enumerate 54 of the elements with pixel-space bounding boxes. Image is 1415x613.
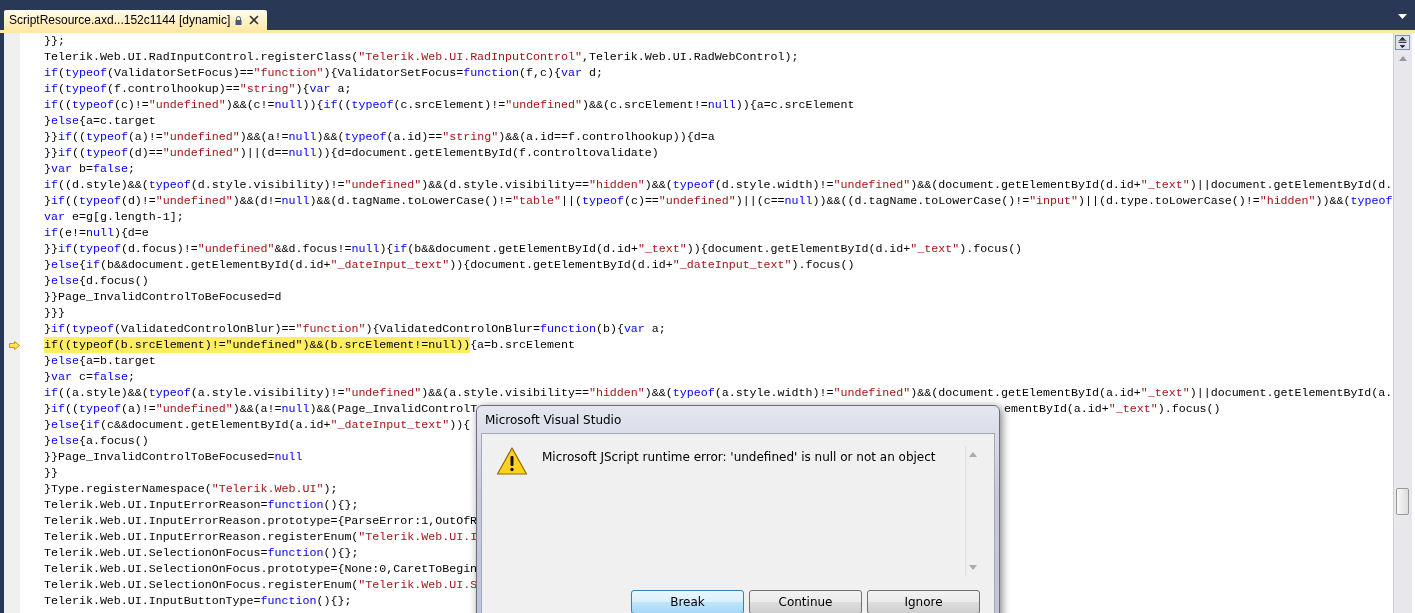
code-line: }}Page_InvalidControlToBeFocused=null xyxy=(44,449,303,465)
editor-tab[interactable]: ScriptResource.axd...152c1144 [dynamic] xyxy=(4,10,268,30)
code-line: Telerik.Web.UI.InputErrorReason.prototype={ParseError:1,OutOfR xyxy=(44,513,478,529)
code-line: }else{a=c.target xyxy=(44,113,156,129)
code-line: }Type.registerNamespace("Telerik.Web.UI"); xyxy=(44,481,338,497)
dialog-title: Microsoft Visual Studio xyxy=(484,412,623,429)
code-line: }if((typeof(d)!="undefined")&&(d!=null)&&(d.tagName.toLowerCase()!="table"||(typeof(c)=="undefined")||(c==null))&&((d.tagName.toLowerCase()!="input")||(d.type.toLowerCase()!="hidden"))&&(typeof xyxy=(44,193,1393,209)
code-line: }var b=false; xyxy=(44,161,135,177)
code-line: Telerik.Web.UI.SelectionOnFocus.prototype={None:0,CaretToBegin xyxy=(44,561,478,577)
code-text: ementById(a.id+"_text").focus() xyxy=(1004,401,1221,417)
code-line: if(typeof(f.controlhookup)=="string"){var a; xyxy=(44,81,352,97)
code-line: Telerik.Web.UI.SelectionOnFocus=function(){}; xyxy=(44,545,359,561)
code-line: if((d.style)&&(typeof(d.style.visibility)!="undefined")&&(d.style.visibility=="hidden")&&(typeof(d.style.width)!="undefined")&&(document.getElementById(d.id+"_text")||document.getElementById(d. xyxy=(44,177,1393,193)
code-line: Telerik.Web.UI.RadInputControl.registerClass("Telerik.Web.UI.RadInputControl",Telerik.Web.UI.RadWebControl); xyxy=(44,49,799,65)
code-line: Telerik.Web.UI.SelectionOnFocus.registerEnum("Telerik.Web.UI.S xyxy=(44,577,478,593)
scrollbar-thumb[interactable] xyxy=(1396,488,1409,515)
code-line: }else{a=b.target xyxy=(44,353,156,369)
splitter-icon[interactable] xyxy=(1395,35,1410,50)
scroll-down-icon[interactable] xyxy=(969,565,977,570)
code-line: }} xyxy=(44,465,58,481)
tab-title: ScriptResource.axd...152c1144 [dynamic] xyxy=(9,13,231,27)
lock-icon xyxy=(235,15,243,25)
code-line: if(e!=null){d=e xyxy=(44,225,149,241)
code-line: var e=g[g.length-1]; xyxy=(44,209,184,225)
code-line: }}if((typeof(d)=="undefined")||(d==null)){d=document.getElementById(f.controltovalidate) xyxy=(44,145,659,161)
close-icon[interactable] xyxy=(247,15,262,25)
code-line: if((typeof(c)!="undefined")&&(c!=null)){if((typeof(c.srcElement)!="undefined")&&(c.srcElement!=null)){a=c.srcElement xyxy=(44,97,855,113)
dialog-button[interactable]: Continue xyxy=(749,590,862,613)
code-line: }var c=false; xyxy=(44,369,135,385)
scroll-up-icon[interactable] xyxy=(1399,56,1407,61)
dropdown-arrow-icon[interactable] xyxy=(1398,14,1407,20)
code-line: }}Page_InvalidControlToBeFocused=d xyxy=(44,289,282,305)
code-line: Telerik.Web.UI.InputErrorReason.registerEnum("Telerik.Web.UI.I xyxy=(44,529,478,545)
code-line: }else{d.focus() xyxy=(44,273,149,289)
default-button[interactable]: Break xyxy=(631,590,744,613)
code-text: {a=b.srcElement xyxy=(470,337,575,353)
warning-icon xyxy=(496,446,528,476)
code-line: }}; xyxy=(44,33,65,49)
code-line: }if(typeof(ValidatedControlOnBlur)=="function"){ValidatedControlOnBlur=function(b){var a; xyxy=(44,321,666,337)
current-statement: if((typeof(b.srcElement)!="undefined")&&(b.srcElement!=null)) xyxy=(44,337,471,353)
code-line: Telerik.Web.UI.InputButtonType=function(){}; xyxy=(44,593,352,609)
error-message: Microsoft JScript runtime error: 'undefined' is null or not an object xyxy=(542,449,937,466)
code-line: Telerik.Web.UI.InputErrorReason=function(){}; xyxy=(44,497,359,513)
scroll-up-icon[interactable] xyxy=(969,452,977,457)
code-line: if((a.style)&&(typeof(a.style.visibility)!="undefined")&&(a.style.visibility=="hidden")&&(typeof(a.style.width)!="undefined")&&(document.getElementById(a.id+"_text")||document.getElementById(a. xyxy=(44,385,1393,401)
dialog-button[interactable]: Ignore xyxy=(867,590,980,613)
code-line: }}if((typeof(a)!="undefined")&&(a!=null)&&(typeof(a.id)=="string")&&(a.id==f.controlhookup)){d=a xyxy=(44,129,715,145)
code-line: }else{if(c&&document.getElementById(a.id+"_dateInput_text")){ xyxy=(44,417,471,433)
code-line: }}if(typeof(d.focus)!="undefined"&&d.focus!=null){if(b&&document.getElementById(d.id+"_text")){document.getElementById(d.id+"_text").focus() xyxy=(44,241,1023,257)
code-line: }if((typeof(a)!="undefined")&&(a!=null)&&(Page_InvalidControlT xyxy=(44,401,478,417)
code-line: }else{a.focus() xyxy=(44,433,149,449)
code-line: if(typeof(ValidatorSetFocus)=="function"){ValidatorSetFocus=function(f,c){var d; xyxy=(44,65,603,81)
code-line: }else{if(b&&document.getElementById(d.id+"_dateInput_text")){document.getElementById(d.id+"_dateInput_text").focus() xyxy=(44,257,855,273)
code-line: }}} xyxy=(44,305,65,321)
